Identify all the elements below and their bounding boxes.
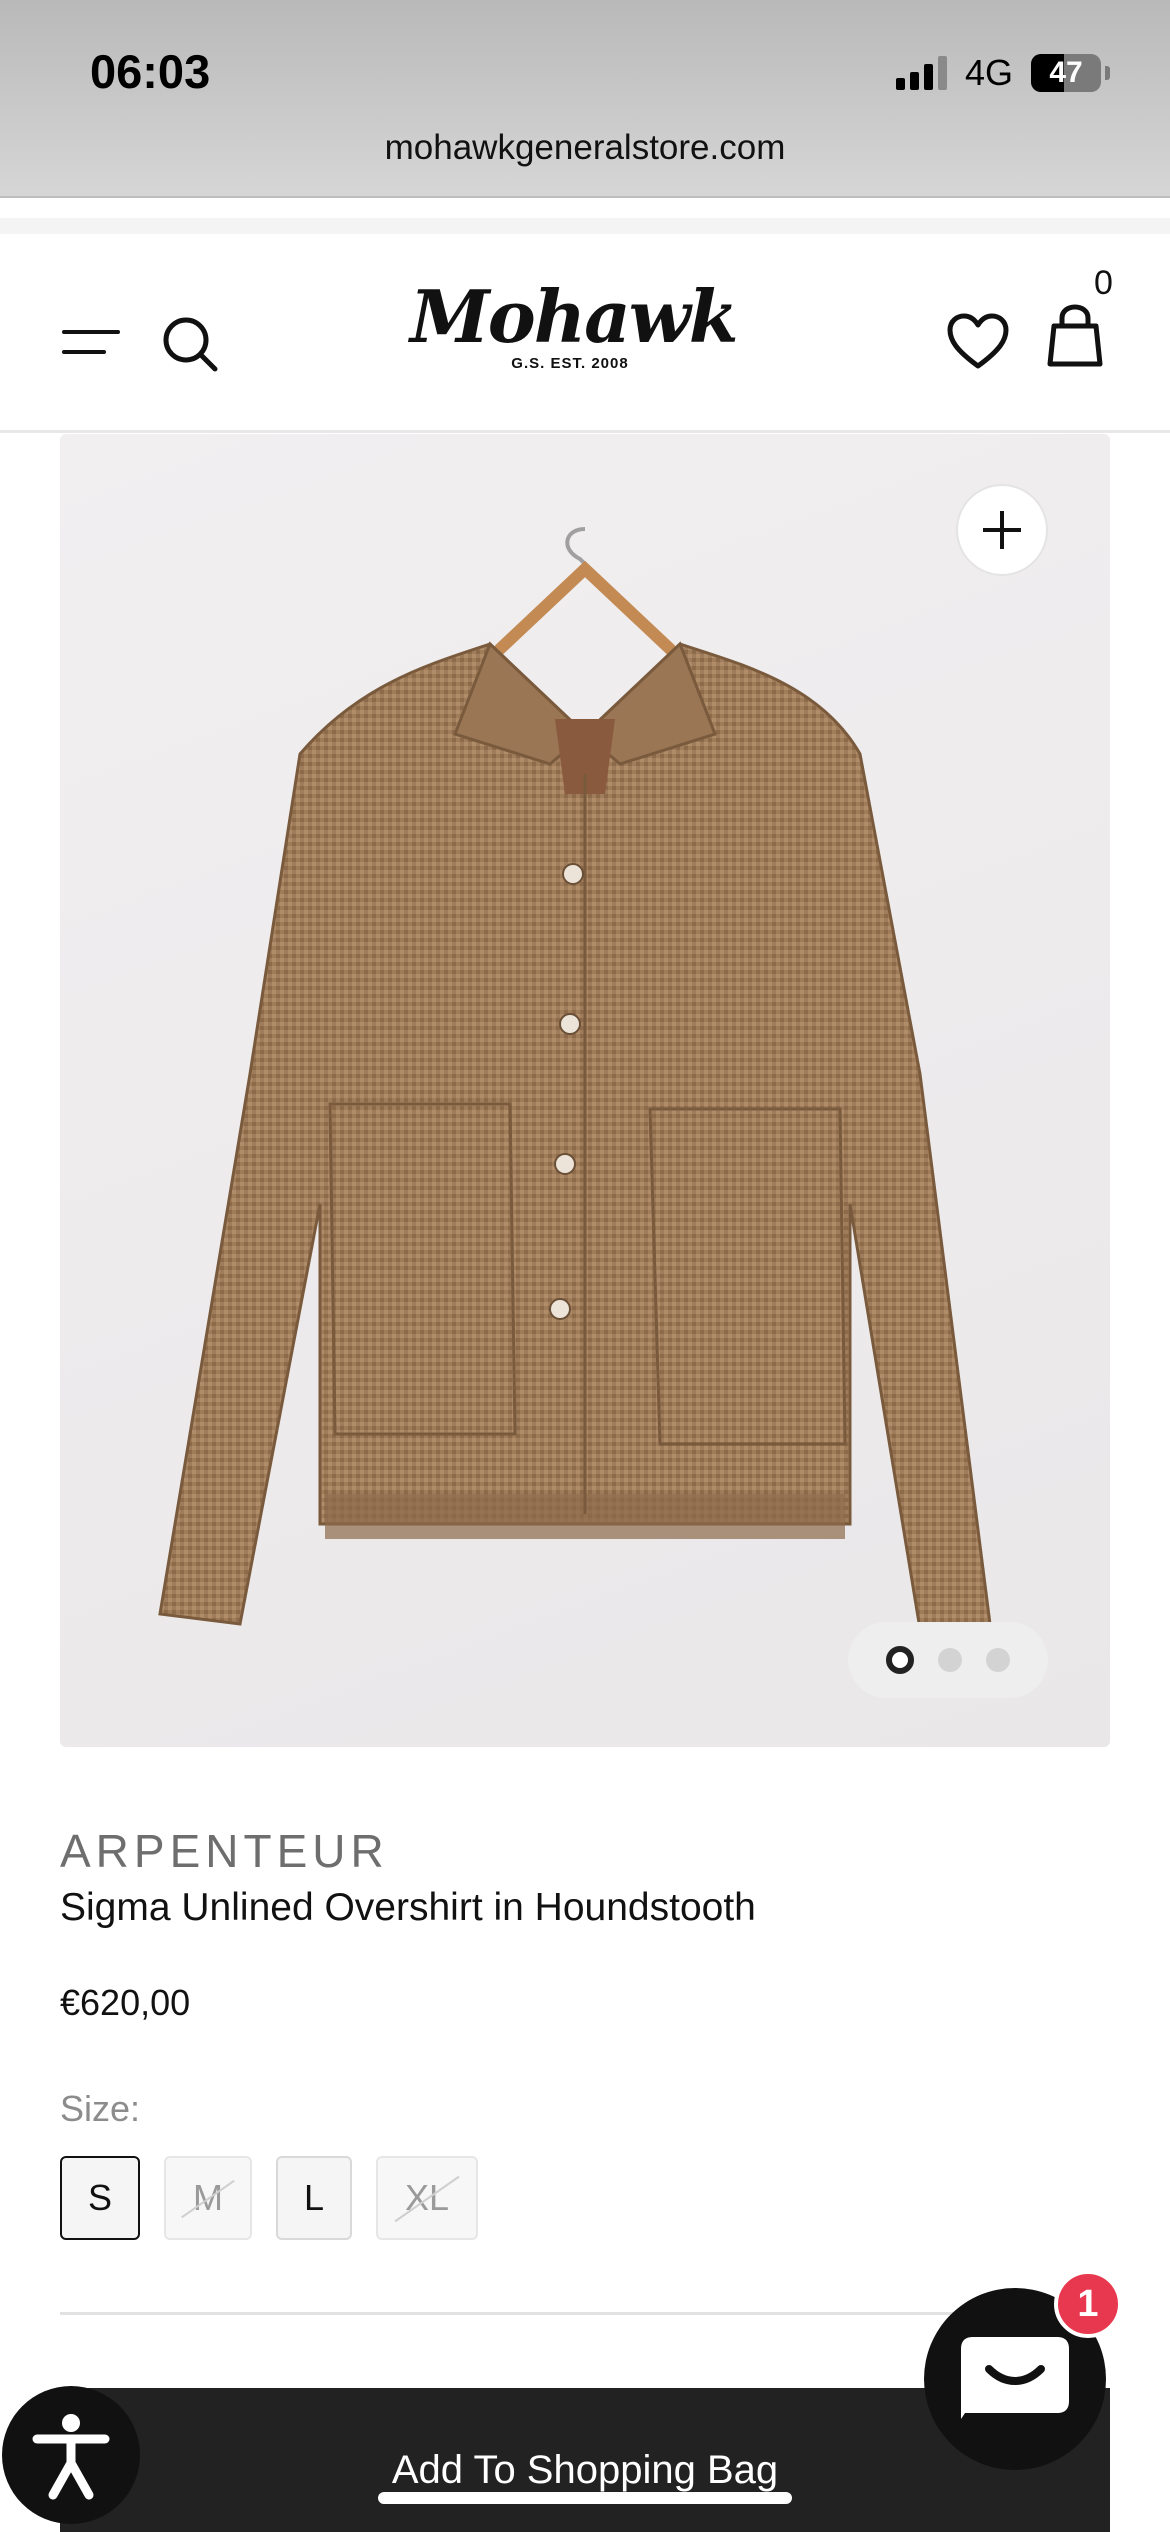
zoom-button[interactable] — [956, 484, 1048, 576]
gallery-pagination — [848, 1622, 1048, 1698]
size-option-s[interactable]: S — [60, 2156, 140, 2240]
plus-icon — [983, 511, 1021, 549]
bag-icon[interactable] — [1046, 304, 1104, 368]
address-bar[interactable]: mohawkgeneralstore.com — [0, 128, 1170, 168]
accessibility-button[interactable] — [2, 2386, 140, 2524]
status-time: 06:03 — [90, 45, 211, 98]
site-header: Mohawk G.S. EST. 2008 0 — [0, 218, 1170, 433]
accessibility-icon — [32, 2414, 110, 2500]
add-to-bag-label: Add To Shopping Bag — [391, 2448, 779, 2492]
gallery-dot[interactable] — [986, 1648, 1010, 1672]
size-option-xl[interactable]: XL — [376, 2156, 478, 2240]
size-option-m[interactable]: M — [164, 2156, 252, 2240]
shirt-illustration — [158, 527, 992, 1631]
product-title: Sigma Unlined Overshirt in Houndstooth — [60, 1886, 756, 1929]
product-price: €620,00 — [60, 1982, 191, 2023]
battery-percent: 47 — [1049, 56, 1083, 89]
product-brand[interactable]: ARPENTEUR — [60, 1824, 389, 1878]
size-label: Size: — [60, 2088, 141, 2129]
home-indicator — [378, 2492, 792, 2504]
product-image[interactable] — [60, 434, 1110, 1747]
status-indicators: 4G 47 — [895, 52, 1110, 94]
battery-icon: 47 — [1031, 54, 1101, 92]
chat-icon — [961, 2337, 1069, 2419]
heart-icon[interactable] — [946, 312, 1010, 370]
search-icon[interactable] — [160, 314, 220, 374]
site-logo[interactable]: Mohawk G.S. EST. 2008 — [410, 274, 739, 394]
signal-icon — [895, 56, 947, 90]
gallery-dot[interactable] — [938, 1648, 962, 1672]
gallery-dot[interactable] — [886, 1646, 914, 1674]
size-option-l[interactable]: L — [276, 2156, 352, 2240]
cart-count: 0 — [1094, 264, 1113, 302]
size-selector: S M L XL — [60, 2156, 478, 2240]
chat-notification-badge: 1 — [1054, 2270, 1122, 2338]
network-type: 4G — [964, 52, 1013, 93]
browser-top-bar: 06:03 4G 47 mohawkgeneralstore.com — [0, 0, 1170, 198]
menu-icon[interactable] — [62, 330, 120, 360]
